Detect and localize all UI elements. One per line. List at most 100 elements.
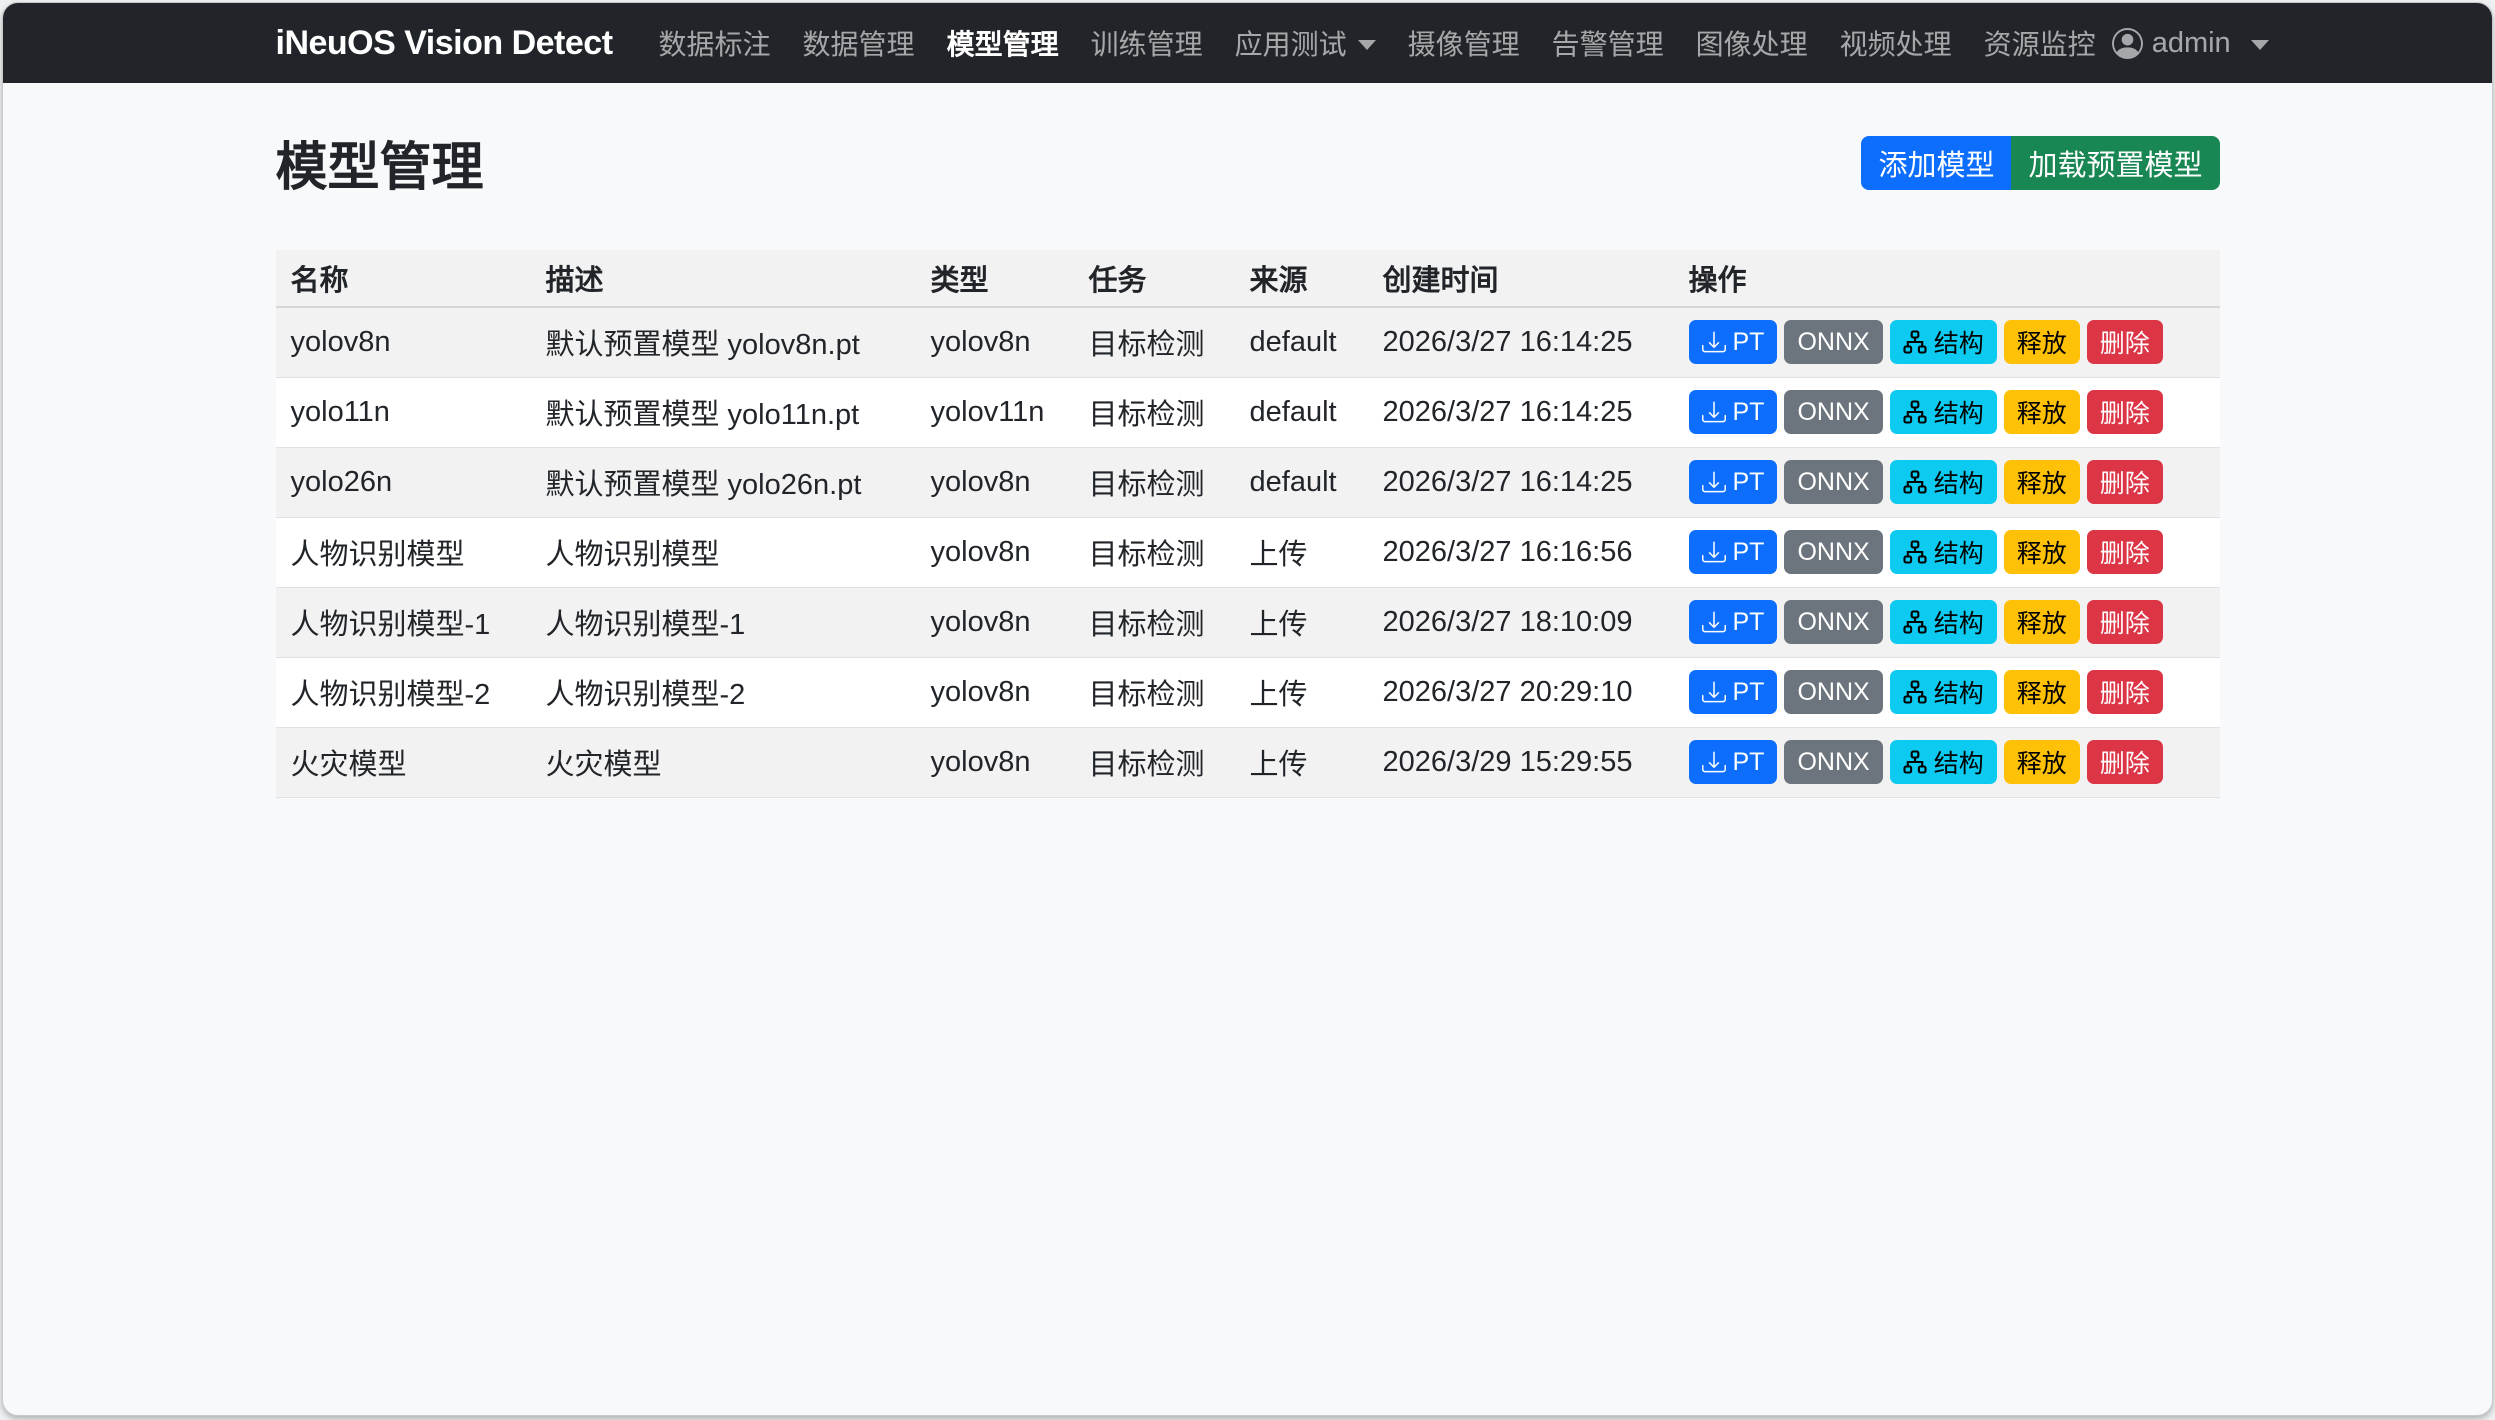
table-row: 火灾模型 火灾模型 yolov8n 目标检测 上传 2026/3/29 15:2… bbox=[276, 727, 2220, 797]
delete-button[interactable]: 删除 bbox=[2087, 320, 2163, 364]
diagram-icon bbox=[1903, 680, 1927, 704]
load-preset-button[interactable]: 加载预置模型 bbox=[2011, 136, 2219, 190]
delete-button[interactable]: 删除 bbox=[2087, 390, 2163, 434]
cell-description: 默认预置模型 yolo11n.pt bbox=[531, 377, 916, 447]
structure-button[interactable]: 结构 bbox=[1890, 600, 1997, 644]
nav-item-label: 视频处理 bbox=[1840, 23, 1952, 63]
structure-button[interactable]: 结构 bbox=[1890, 390, 1997, 434]
nav-item-4[interactable]: 应用测试 bbox=[1219, 23, 1392, 63]
cell-source: 上传 bbox=[1235, 517, 1368, 587]
nav-item-6[interactable]: 告警管理 bbox=[1536, 23, 1680, 63]
diagram-icon bbox=[1903, 540, 1927, 564]
nav-item-2[interactable]: 模型管理 bbox=[931, 23, 1075, 63]
person-circle-icon bbox=[2112, 28, 2143, 59]
nav-item-8[interactable]: 视频处理 bbox=[1824, 23, 1968, 63]
delete-button[interactable]: 删除 bbox=[2087, 600, 2163, 644]
nav-item-label: 图像处理 bbox=[1696, 23, 1808, 63]
download-pt-button[interactable]: PT bbox=[1689, 670, 1778, 714]
table-header-row: 名称描述类型任务来源创建时间操作 bbox=[276, 250, 2220, 307]
cell-type: yolov8n bbox=[916, 587, 1074, 657]
cell-created: 2026/3/27 18:10:09 bbox=[1368, 587, 1674, 657]
cell-name: yolo26n bbox=[276, 447, 531, 517]
delete-button[interactable]: 删除 bbox=[2087, 740, 2163, 784]
nav-item-7[interactable]: 图像处理 bbox=[1680, 23, 1824, 63]
page-header: 模型管理 添加模型 加载预置模型 bbox=[276, 125, 2220, 200]
nav-item-3[interactable]: 训练管理 bbox=[1075, 23, 1219, 63]
column-header: 来源 bbox=[1235, 250, 1368, 307]
delete-button[interactable]: 删除 bbox=[2087, 530, 2163, 574]
cell-task: 目标检测 bbox=[1074, 587, 1235, 657]
release-button[interactable]: 释放 bbox=[2004, 740, 2080, 784]
download-pt-button[interactable]: PT bbox=[1689, 740, 1778, 784]
download-onnx-button[interactable]: ONNX bbox=[1784, 600, 1882, 644]
cell-task: 目标检测 bbox=[1074, 377, 1235, 447]
nav-item-9[interactable]: 资源监控 bbox=[1968, 23, 2112, 63]
cell-actions: PT ONNX 结构 释放 bbox=[1674, 727, 2220, 797]
cell-type: yolov8n bbox=[916, 517, 1074, 587]
release-button[interactable]: 释放 bbox=[2004, 670, 2080, 714]
cell-type: yolov8n bbox=[916, 307, 1074, 377]
table-row: 人物识别模型-1 人物识别模型-1 yolov8n 目标检测 上传 2026/3… bbox=[276, 587, 2220, 657]
add-model-button[interactable]: 添加模型 bbox=[1861, 136, 2011, 190]
table-row: yolov8n 默认预置模型 yolov8n.pt yolov8n 目标检测 d… bbox=[276, 307, 2220, 377]
release-button[interactable]: 释放 bbox=[2004, 530, 2080, 574]
download-onnx-button[interactable]: ONNX bbox=[1784, 390, 1882, 434]
column-header: 类型 bbox=[916, 250, 1074, 307]
cell-description: 火灾模型 bbox=[531, 727, 916, 797]
column-header: 创建时间 bbox=[1368, 250, 1674, 307]
download-onnx-button[interactable]: ONNX bbox=[1784, 320, 1882, 364]
nav-item-label: 告警管理 bbox=[1552, 23, 1664, 63]
download-icon bbox=[1702, 540, 1726, 564]
delete-button[interactable]: 删除 bbox=[2087, 670, 2163, 714]
download-onnx-button[interactable]: ONNX bbox=[1784, 530, 1882, 574]
cell-created: 2026/3/27 16:16:56 bbox=[1368, 517, 1674, 587]
nav-item-5[interactable]: 摄像管理 bbox=[1392, 23, 1536, 63]
diagram-icon bbox=[1903, 400, 1927, 424]
cell-created: 2026/3/27 16:14:25 bbox=[1368, 307, 1674, 377]
download-onnx-button[interactable]: ONNX bbox=[1784, 670, 1882, 714]
cell-description: 人物识别模型 bbox=[531, 517, 916, 587]
structure-button[interactable]: 结构 bbox=[1890, 740, 1997, 784]
release-button[interactable]: 释放 bbox=[2004, 600, 2080, 644]
cell-actions: PT ONNX 结构 释放 bbox=[1674, 517, 2220, 587]
structure-button[interactable]: 结构 bbox=[1890, 530, 1997, 574]
cell-name: 人物识别模型-2 bbox=[276, 657, 531, 727]
nav-item-0[interactable]: 数据标注 bbox=[643, 23, 787, 63]
caret-down-icon bbox=[1358, 40, 1376, 50]
cell-source: default bbox=[1235, 447, 1368, 517]
release-button[interactable]: 释放 bbox=[2004, 460, 2080, 504]
nav-item-label: 摄像管理 bbox=[1408, 23, 1520, 63]
user-menu[interactable]: admin bbox=[2112, 27, 2269, 60]
structure-button[interactable]: 结构 bbox=[1890, 320, 1997, 364]
cell-actions: PT ONNX 结构 释放 bbox=[1674, 377, 2220, 447]
cell-type: yolov8n bbox=[916, 657, 1074, 727]
download-icon bbox=[1702, 330, 1726, 354]
download-pt-button[interactable]: PT bbox=[1689, 320, 1778, 364]
download-icon bbox=[1702, 470, 1726, 494]
download-pt-button[interactable]: PT bbox=[1689, 600, 1778, 644]
cell-task: 目标检测 bbox=[1074, 657, 1235, 727]
navbar: iNeuOS Vision Detect 数据标注 数据管理 模型管理 训练管理… bbox=[3, 3, 2492, 83]
release-button[interactable]: 释放 bbox=[2004, 390, 2080, 434]
delete-button[interactable]: 删除 bbox=[2087, 460, 2163, 504]
brand[interactable]: iNeuOS Vision Detect bbox=[276, 24, 613, 63]
download-onnx-button[interactable]: ONNX bbox=[1784, 740, 1882, 784]
column-header: 描述 bbox=[531, 250, 916, 307]
cell-type: yolov11n bbox=[916, 377, 1074, 447]
structure-button[interactable]: 结构 bbox=[1890, 670, 1997, 714]
cell-source: 上传 bbox=[1235, 727, 1368, 797]
download-pt-button[interactable]: PT bbox=[1689, 390, 1778, 434]
release-button[interactable]: 释放 bbox=[2004, 320, 2080, 364]
download-pt-button[interactable]: PT bbox=[1689, 460, 1778, 504]
cell-task: 目标检测 bbox=[1074, 447, 1235, 517]
nav-item-1[interactable]: 数据管理 bbox=[787, 23, 931, 63]
download-pt-button[interactable]: PT bbox=[1689, 530, 1778, 574]
cell-description: 默认预置模型 yolov8n.pt bbox=[531, 307, 916, 377]
download-icon bbox=[1702, 610, 1726, 634]
username: admin bbox=[2152, 27, 2231, 60]
download-onnx-button[interactable]: ONNX bbox=[1784, 460, 1882, 504]
structure-button[interactable]: 结构 bbox=[1890, 460, 1997, 504]
diagram-icon bbox=[1903, 470, 1927, 494]
cell-task: 目标检测 bbox=[1074, 307, 1235, 377]
caret-down-icon bbox=[2251, 40, 2269, 50]
